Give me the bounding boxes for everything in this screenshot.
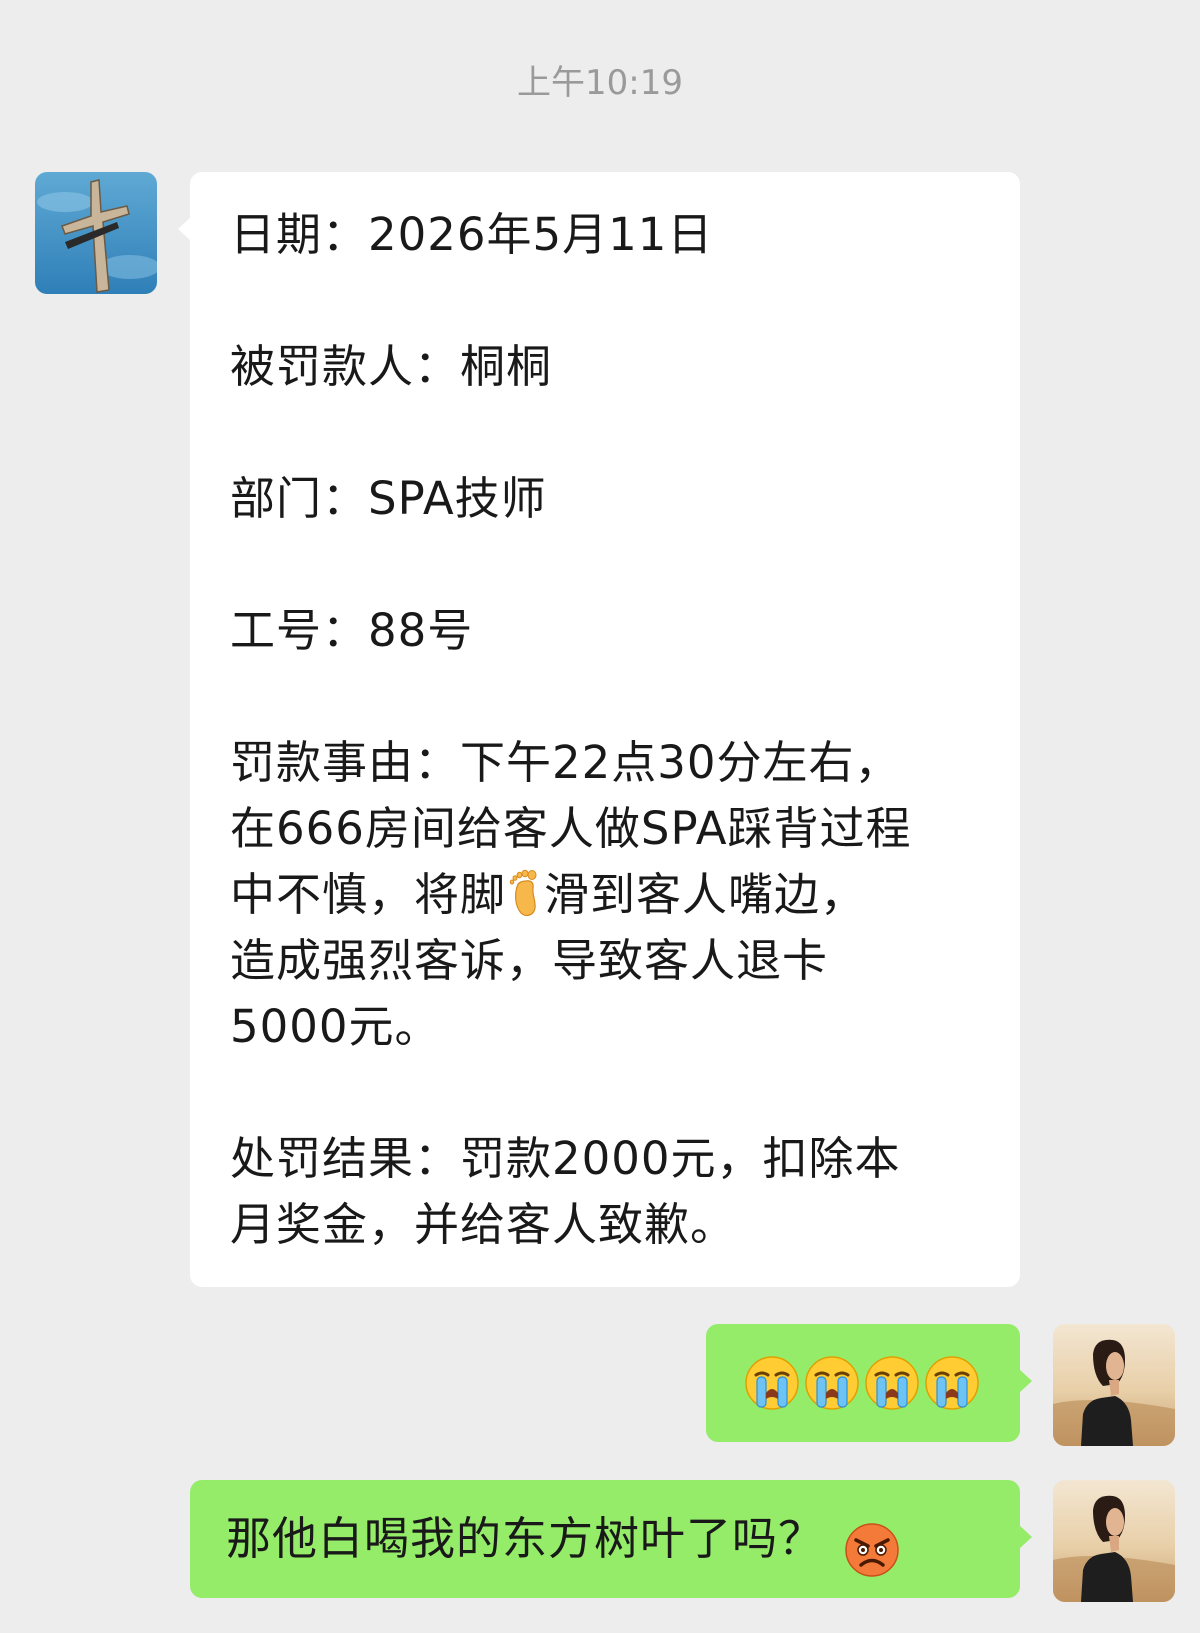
my-avatar[interactable] xyxy=(1053,1324,1175,1446)
outgoing-text-bubble[interactable]: 那他白喝我的东方树叶了吗？ xyxy=(190,1480,1032,1598)
penalty-reason-line-2: 在666房间给客人做SPA踩背过程 xyxy=(230,802,912,855)
outgoing-message-text: 那他白喝我的东方树叶了吗？ xyxy=(226,1512,825,1565)
penalty-reason-line-3a: 中不慎，将脚 xyxy=(230,868,507,921)
loudly-crying-emoji-icon xyxy=(864,1355,920,1411)
penalty-result-line-1: 处罚结果：罚款2000元，扣除本 xyxy=(230,1132,901,1185)
department-line: 部门：SPA技师 xyxy=(230,472,547,525)
loudly-crying-emoji-icon xyxy=(744,1355,800,1411)
penalty-reason-line-5: 5000元。 xyxy=(230,1000,441,1053)
outgoing-emoji-bubble[interactable] xyxy=(706,1324,1032,1442)
loudly-crying-emoji-icon xyxy=(804,1355,860,1411)
bubble-tail xyxy=(1019,1369,1032,1393)
chat-timestamp: 上午10:19 xyxy=(517,63,683,103)
incoming-message-bubble[interactable]: 日期：2026年5月11日 被罚款人：桐桐 部门：SPA技师 工号：88号 罚款… xyxy=(178,172,1020,1287)
woman-desert-avatar-icon xyxy=(1053,1480,1175,1602)
bubble-tail xyxy=(1019,1525,1032,1549)
employee-id-line: 工号：88号 xyxy=(230,604,474,657)
foot-emoji-icon xyxy=(508,868,542,916)
cross-statue-sky-avatar-icon xyxy=(35,172,157,294)
penalty-reason-line-4: 造成强烈客诉，导致客人退卡 xyxy=(230,934,829,987)
loudly-crying-emoji-icon xyxy=(924,1355,980,1411)
angry-face-emoji-icon xyxy=(844,1522,900,1578)
penalty-reason-line-1: 罚款事由：下午22点30分左右， xyxy=(230,736,901,789)
woman-desert-avatar-icon xyxy=(1053,1324,1175,1446)
penalty-reason-line-3b: 滑到客人嘴边， xyxy=(544,868,867,921)
penalty-date-line: 日期：2026年5月11日 xyxy=(230,208,714,261)
bubble-tail xyxy=(178,217,191,241)
sender-avatar[interactable] xyxy=(35,172,157,294)
penalty-result-line-2: 月奖金，并给客人致歉。 xyxy=(230,1198,737,1251)
penalized-person-line: 被罚款人：桐桐 xyxy=(230,340,553,393)
my-avatar[interactable] xyxy=(1053,1480,1175,1602)
penalty-reason-line-3: 中不慎，将脚 滑到客人嘴边， xyxy=(230,862,912,928)
